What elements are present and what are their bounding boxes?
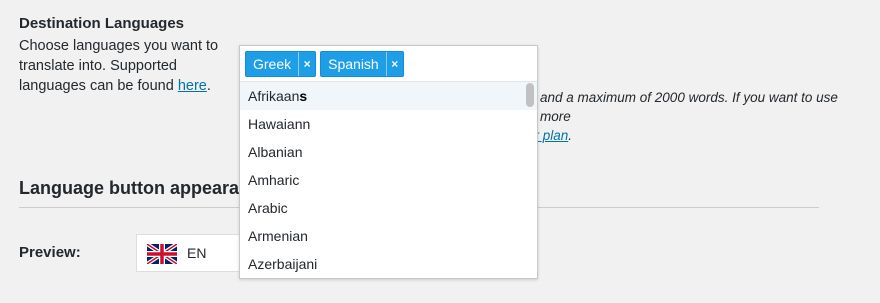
language-option[interactable]: Azerbaijani [240,250,537,278]
destination-languages-description: Choose languages you want to translate i… [19,36,234,96]
supported-languages-link[interactable]: here [178,78,207,94]
description-end: . [206,78,211,94]
chip-label: Greek [253,56,292,72]
chip-spanish: Spanish × [320,51,404,77]
language-option[interactable]: Afrikaans [240,82,537,110]
remove-greek-icon[interactable]: × [298,52,315,76]
chip-label: Spanish [328,56,379,72]
preview-label: Preview: [19,244,81,261]
chip-greek: Greek × [245,51,317,77]
word-limit-note: and a maximum of 2000 words. If you want… [527,88,870,145]
note-line-2-end: . [568,128,573,143]
language-option[interactable]: Amharic [240,166,537,194]
scrollbar[interactable] [526,82,534,280]
scrollbar-thumb[interactable] [526,83,534,107]
selected-languages: Greek × Spanish × [245,51,404,77]
language-option[interactable]: Armenian [240,222,537,250]
language-button-appearance-title: Language button appearance [19,178,271,198]
preview-language-code: EN [187,245,207,261]
language-option[interactable]: Hawaiann [240,110,537,138]
remove-spanish-icon[interactable]: × [385,52,403,76]
uk-flag-icon [147,244,177,264]
destination-languages-select[interactable]: Greek × Spanish × Afrikaans Hawaiann Alban… [239,45,538,279]
destination-languages-title: Destination Languages [19,15,185,32]
language-option[interactable]: Albanian [240,138,537,166]
note-line-1: and a maximum of 2000 words. If you want… [540,90,838,124]
language-option[interactable]: Arabic [240,194,537,222]
language-options-list[interactable]: Afrikaans Hawaiann Albanian Amharic Arabic Ar… [240,81,537,280]
